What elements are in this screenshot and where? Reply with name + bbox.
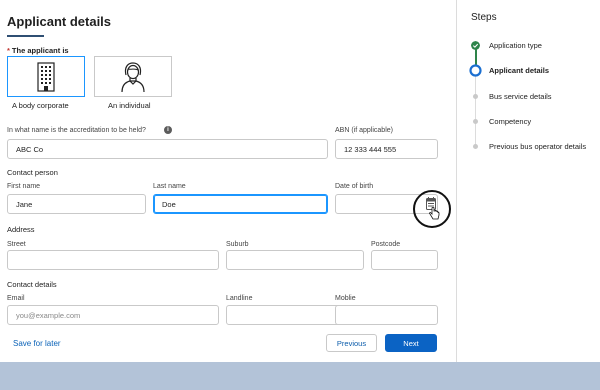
- step-previous-bus-operator-details[interactable]: Previous bus operator details: [489, 142, 586, 151]
- panel-divider: [456, 0, 457, 362]
- contact-person-heading: Contact person: [7, 168, 58, 177]
- landline-label: Landline: [226, 295, 253, 302]
- step-application-type[interactable]: Application type: [489, 41, 542, 50]
- accreditation-name-input[interactable]: [7, 139, 328, 159]
- postcode-label: Postcode: [371, 241, 401, 248]
- info-icon[interactable]: i: [164, 126, 172, 134]
- option-body-corporate[interactable]: [7, 56, 85, 97]
- abn-input[interactable]: [335, 139, 438, 159]
- bottom-strip: [0, 362, 600, 390]
- step-complete-icon: [471, 41, 480, 50]
- applicant-type-label: * The applicant is: [7, 46, 69, 55]
- first-name-label: First name: [7, 183, 41, 190]
- step-upcoming-dot: [473, 144, 478, 149]
- step-upcoming-dot: [473, 119, 478, 124]
- address-heading: Address: [7, 225, 35, 234]
- suburb-input[interactable]: [226, 250, 364, 270]
- date-of-birth-label: Date of birth: [335, 183, 374, 190]
- option-individual[interactable]: [94, 56, 172, 97]
- mobile-label: Moblie: [335, 295, 356, 302]
- required-mark: *: [7, 46, 10, 55]
- page-title: Applicant details: [7, 14, 112, 29]
- step-bus-service-details[interactable]: Bus service details: [489, 92, 552, 101]
- building-icon: [37, 61, 55, 92]
- first-name-input[interactable]: [7, 194, 146, 214]
- email-label: Email: [7, 295, 25, 302]
- next-button[interactable]: Next: [385, 334, 437, 352]
- option-individual-label: An individual: [108, 101, 151, 110]
- street-input[interactable]: [7, 250, 219, 270]
- step-current-icon: [469, 64, 482, 77]
- step-upcoming-dot: [473, 94, 478, 99]
- hand-cursor-icon: [429, 207, 440, 220]
- contact-details-heading: Contact details: [7, 280, 57, 289]
- last-name-input[interactable]: [153, 194, 328, 214]
- save-for-later-link[interactable]: Save for later: [13, 339, 61, 348]
- application-page: Applicant details * The applicant is A bo…: [0, 0, 600, 362]
- title-underline: [7, 35, 44, 37]
- option-body-corporate-label: A body corporate: [12, 101, 69, 110]
- last-name-label: Last name: [153, 183, 186, 190]
- postcode-input[interactable]: [371, 250, 438, 270]
- mobile-input[interactable]: [335, 305, 438, 325]
- step-applicant-details[interactable]: Applicant details: [489, 66, 549, 75]
- suburb-label: Suburb: [226, 241, 249, 248]
- step-competency[interactable]: Competency: [489, 117, 531, 126]
- accreditation-name-label: In what name is the accreditation to be …: [7, 127, 146, 134]
- street-label: Street: [7, 241, 26, 248]
- abn-label: ABN (if applicable): [335, 127, 393, 134]
- applicant-type-label-text: The applicant is: [11, 46, 69, 55]
- previous-button[interactable]: Previous: [326, 334, 377, 352]
- email-input[interactable]: [7, 305, 219, 325]
- person-icon: [121, 61, 145, 92]
- steps-title: Steps: [471, 12, 497, 23]
